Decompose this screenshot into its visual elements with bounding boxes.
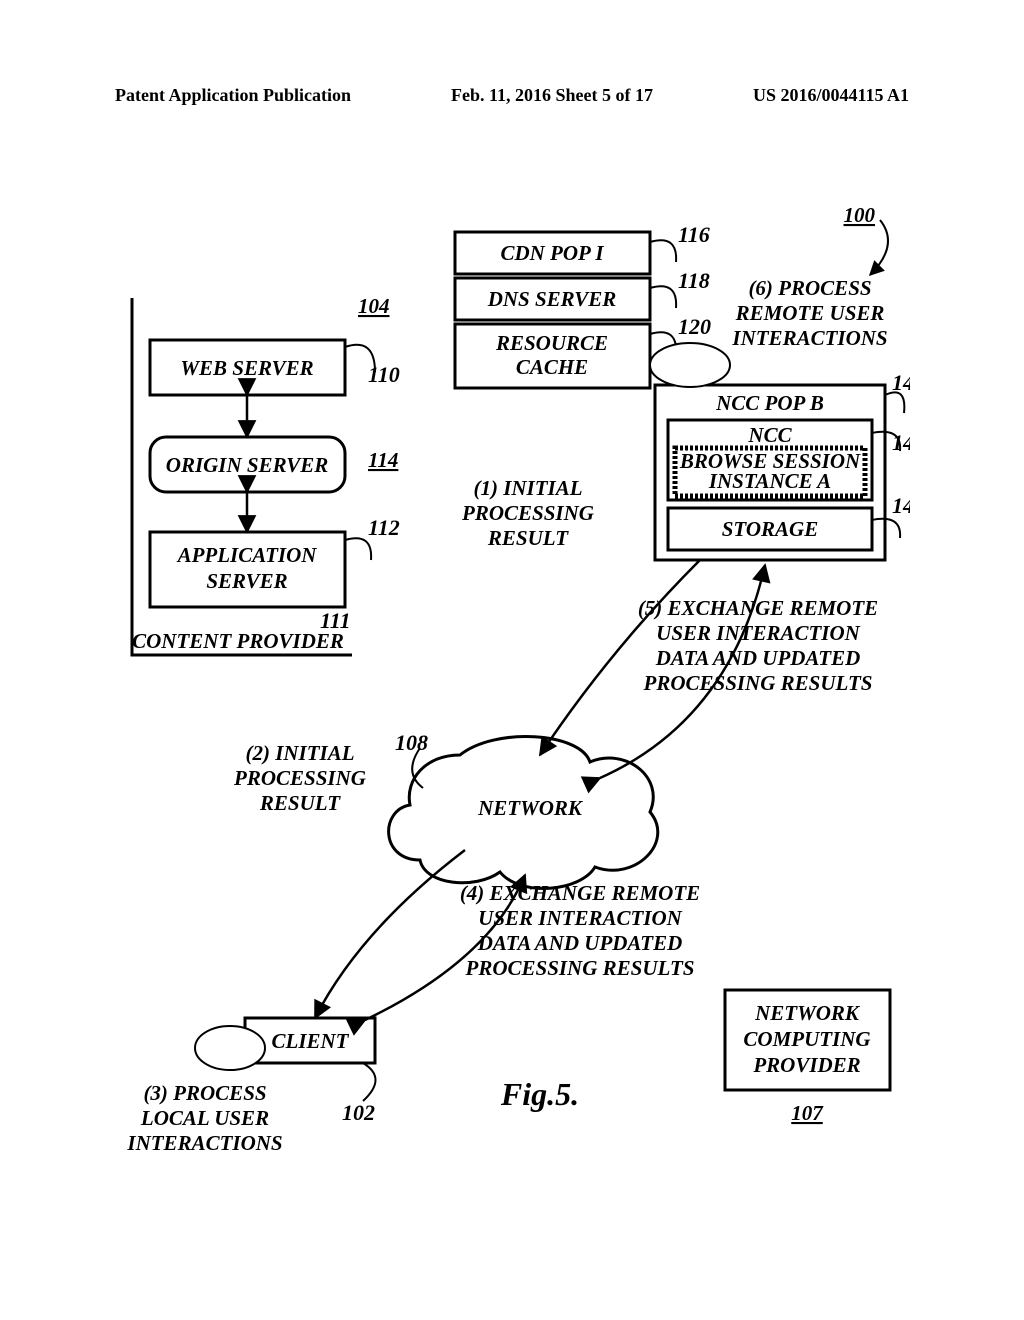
ref-116: 116 xyxy=(678,222,710,247)
step3-l2: LOCAL USER xyxy=(140,1106,269,1130)
figure-caption: Fig.5. xyxy=(500,1076,579,1112)
step6-bubble xyxy=(650,343,730,387)
app-server-label-l2: SERVER xyxy=(206,569,287,593)
ref-144: 144 xyxy=(892,430,910,455)
ncp-l2: COMPUTING xyxy=(743,1027,870,1051)
ref-120: 120 xyxy=(678,314,711,339)
ref-102: 102 xyxy=(342,1100,375,1125)
step3-l3: INTERACTIONS xyxy=(126,1131,282,1155)
header-right: US 2016/0044115 A1 xyxy=(753,85,909,106)
ref-100-leader xyxy=(870,220,888,275)
ref-112-leader xyxy=(345,538,371,560)
cdn-pop-label: CDN POP I xyxy=(500,241,604,265)
step4-l4: PROCESSING RESULTS xyxy=(465,956,695,980)
origin-server-label: ORIGIN SERVER xyxy=(166,453,328,477)
ref-108: 108 xyxy=(395,730,428,755)
browse-session-l2: INSTANCE A xyxy=(708,469,831,493)
step5-l2: USER INTERACTION xyxy=(656,621,860,645)
ref-112: 112 xyxy=(368,515,400,540)
step6-l3: INTERACTIONS xyxy=(731,326,887,350)
dns-server-label: DNS SERVER xyxy=(487,287,617,311)
ref-118-leader xyxy=(650,286,676,308)
ref-107: 107 xyxy=(791,1101,824,1125)
ref-116-leader xyxy=(650,240,676,262)
step5-l4: PROCESSING RESULTS xyxy=(643,671,873,695)
page-header: Patent Application Publication Feb. 11, … xyxy=(0,85,1024,106)
ref-114: 114 xyxy=(368,448,398,472)
storage-label: STORAGE xyxy=(722,517,818,541)
step1-l1: (1) INITIAL xyxy=(473,476,582,500)
ncc-label: NCC xyxy=(747,423,792,447)
page: Patent Application Publication Feb. 11, … xyxy=(0,0,1024,1320)
app-server-label-l1: APPLICATION xyxy=(176,543,318,567)
header-left: Patent Application Publication xyxy=(115,85,351,106)
web-server-label: WEB SERVER xyxy=(180,356,313,380)
figure: 100 104 WEB SERVER 110 ORIGIN SERVER 114… xyxy=(110,190,910,1190)
ncp-l1: NETWORK xyxy=(754,1001,861,1025)
ref-142: 142 xyxy=(892,370,910,395)
step2-l2: PROCESSING xyxy=(233,766,366,790)
network-label: NETWORK xyxy=(477,796,584,820)
client-label: CLIENT xyxy=(271,1029,349,1053)
ref-142-leader xyxy=(885,392,904,413)
ncc-pop-label: NCC POP B xyxy=(715,391,824,415)
step4-l3: DATA AND UPDATED xyxy=(477,931,683,955)
step2-l3: RESULT xyxy=(259,791,341,815)
step6-l1: (6) PROCESS xyxy=(748,276,871,300)
resource-cache-label-l1: RESOURCE xyxy=(495,331,608,355)
step5-l3: DATA AND UPDATED xyxy=(655,646,861,670)
step2-l1: (2) INITIAL xyxy=(245,741,354,765)
ref-100: 100 xyxy=(844,203,876,227)
ref-104: 104 xyxy=(358,294,390,318)
step6-l2: REMOTE USER xyxy=(735,301,885,325)
content-provider-label: CONTENT PROVIDER xyxy=(132,629,344,653)
ref-118: 118 xyxy=(678,268,710,293)
diagram-svg: 100 104 WEB SERVER 110 ORIGIN SERVER 114… xyxy=(110,190,910,1190)
step3-bubble xyxy=(195,1026,265,1070)
ncp-l3: PROVIDER xyxy=(752,1053,860,1077)
ref-146: 146 xyxy=(892,493,910,518)
step4-l2: USER INTERACTION xyxy=(478,906,682,930)
step4-l1: (4) EXCHANGE REMOTE xyxy=(460,881,700,905)
step1-l3: RESULT xyxy=(487,526,569,550)
header-center: Feb. 11, 2016 Sheet 5 of 17 xyxy=(451,85,653,106)
ref-102-leader xyxy=(363,1063,376,1101)
step3-l1: (3) PROCESS xyxy=(143,1081,266,1105)
step1-l2: PROCESSING xyxy=(461,501,594,525)
step5-l1: (5) EXCHANGE REMOTE xyxy=(638,596,878,620)
ref-110: 110 xyxy=(368,362,400,387)
resource-cache-label-l2: CACHE xyxy=(516,355,588,379)
